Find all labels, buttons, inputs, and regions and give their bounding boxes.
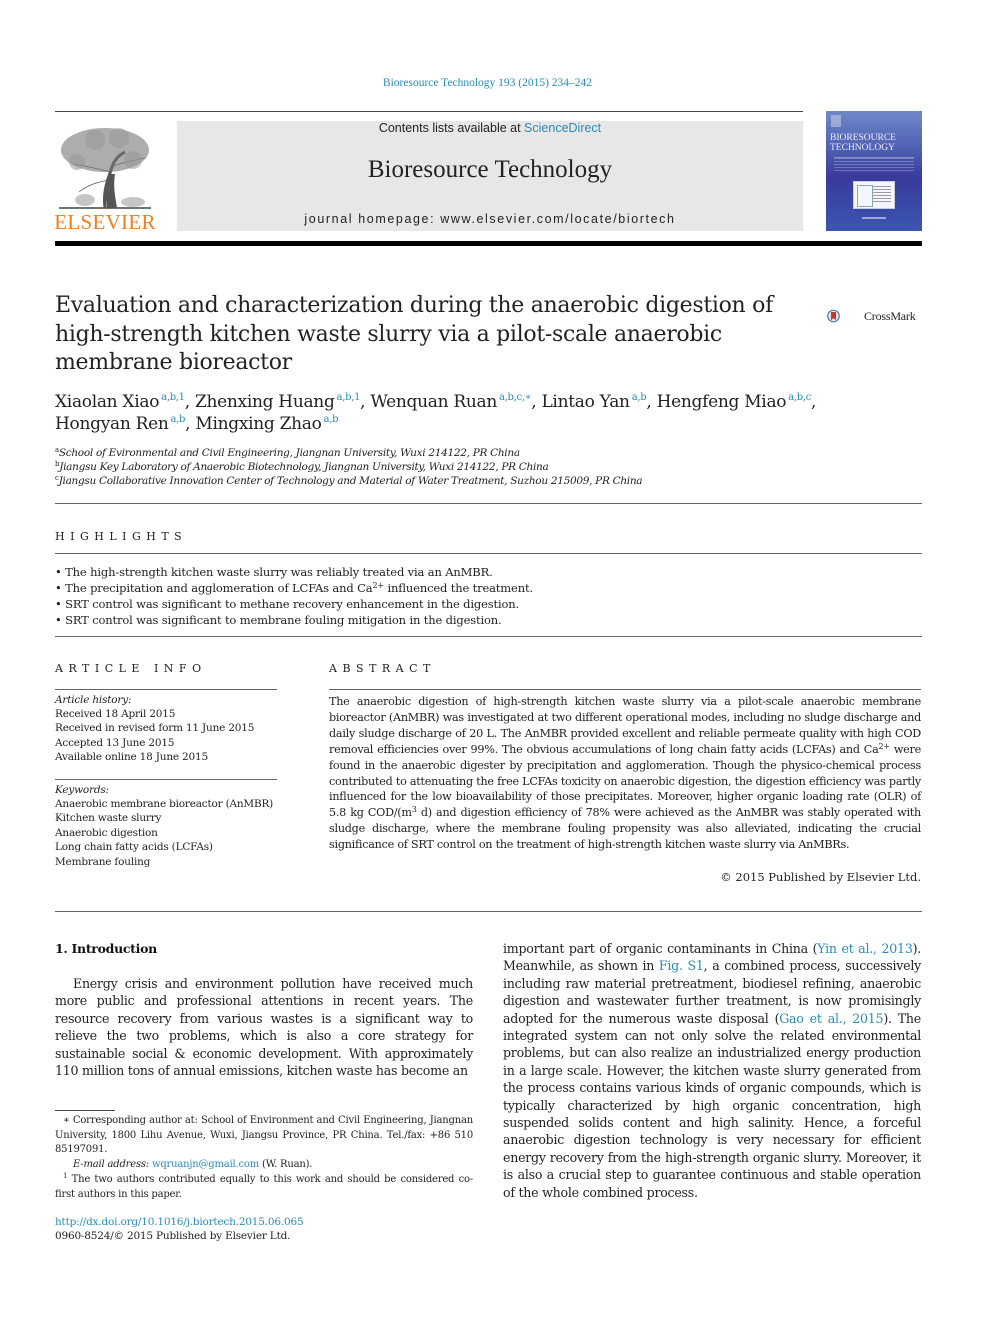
cover-title: BIORESOURCE TECHNOLOGY bbox=[830, 133, 896, 153]
highlight-item: • The precipitation and agglomeration of… bbox=[55, 581, 533, 595]
email-note: E-mail address: wqruanjn@gmail.com (W. R… bbox=[73, 1159, 313, 1170]
cover-elsevier-logo-icon bbox=[831, 115, 841, 127]
figure-link[interactable]: Fig. S1 bbox=[659, 958, 704, 973]
corresponding-author-note: ∗ Corresponding author at: School of Env… bbox=[55, 1115, 473, 1155]
author[interactable]: Wenquan Ruan a,b,c,∗ bbox=[370, 392, 531, 412]
highlight-item: • The high-strength kitchen waste slurry… bbox=[55, 565, 493, 579]
crossmark-label[interactable]: CrossMark bbox=[864, 309, 916, 324]
introduction-right-column: important part of organic contaminants i… bbox=[503, 941, 921, 1200]
article-history-label: Article history: bbox=[55, 694, 132, 706]
abstract-heading: ABSTRACT bbox=[329, 662, 436, 675]
affiliation-b: bJiangsu Key Laboratory of Anaerobic Bio… bbox=[55, 460, 549, 473]
introduction-left-column: Energy crisis and environment pollution … bbox=[55, 976, 473, 1079]
keywords-rule bbox=[55, 779, 277, 780]
author-list: Xiaolan Xiao a,b,1, Zhenxing Huang a,b,1, … bbox=[55, 392, 817, 434]
author[interactable]: Xiaolan Xiao a,b,1 bbox=[55, 392, 185, 412]
journal-citation-link[interactable]: Bioresource Technology 193 (2015) 234–24… bbox=[0, 77, 975, 89]
issn-copyright: 0960-8524/© 2015 Published by Elsevier L… bbox=[55, 1230, 291, 1242]
history-accepted: Accepted 13 June 2015 bbox=[55, 737, 175, 749]
article-info-rule bbox=[55, 689, 277, 690]
highlights-heading: HIGHLIGHTS bbox=[55, 530, 188, 543]
highlight-item: • SRT control was significant to membran… bbox=[55, 613, 502, 627]
keyword: Anaerobic membrane bioreactor (AnMBR) bbox=[55, 798, 274, 810]
abstract-body: The anaerobic digestion of high-strength… bbox=[329, 695, 921, 852]
keywords-label: Keywords: bbox=[55, 784, 109, 796]
cover-footer bbox=[862, 217, 886, 219]
contents-line: Contents lists available at ScienceDirec… bbox=[177, 121, 803, 135]
contents-prefix: Contents lists available at bbox=[378, 121, 525, 135]
abstract-rule bbox=[329, 689, 921, 690]
reference-link[interactable]: Yin et al., 2013 bbox=[817, 941, 913, 956]
author[interactable]: Lintao Yan a,b bbox=[541, 392, 646, 412]
highlights-rule-top bbox=[55, 553, 922, 554]
article-title: Evaluation and characterization during t… bbox=[55, 293, 773, 375]
doi-link[interactable]: http://dx.doi.org/10.1016/j.biortech.201… bbox=[55, 1216, 304, 1228]
history-revised: Received in revised form 11 June 2015 bbox=[55, 722, 255, 734]
affiliation-c: cJiangsu Collaborative Innovation Center… bbox=[55, 474, 643, 487]
journal-homepage[interactable]: journal homepage: www.elsevier.com/locat… bbox=[177, 212, 803, 226]
author[interactable]: Zhenxing Huang a,b,1 bbox=[195, 392, 360, 412]
header-rule bbox=[55, 111, 803, 112]
highlight-item: • SRT control was significant to methane… bbox=[55, 597, 520, 611]
equal-contribution-note: 1 The two authors contributed equally to… bbox=[55, 1172, 473, 1200]
article-info-heading: ARTICLE INFO bbox=[55, 662, 207, 675]
history-received: Received 18 April 2015 bbox=[55, 708, 176, 720]
abstract-bottom-rule bbox=[55, 911, 922, 912]
highlights-rule-bottom bbox=[55, 636, 922, 637]
crossmark-icon[interactable] bbox=[827, 298, 863, 334]
cover-figure bbox=[853, 181, 895, 209]
author[interactable]: Mingxing Zhao a,b bbox=[195, 414, 338, 434]
keyword: Kitchen waste slurry bbox=[55, 812, 162, 824]
sciencedirect-link[interactable]: ScienceDirect bbox=[524, 121, 601, 135]
journal-cover-image: BIORESOURCE TECHNOLOGY bbox=[826, 111, 922, 231]
abstract-copyright: © 2015 Published by Elsevier Ltd. bbox=[720, 870, 921, 884]
affiliation-a: aSchool of Evironmental and Civil Engine… bbox=[55, 446, 520, 459]
footnote-rule bbox=[55, 1110, 115, 1111]
journal-name: Bioresource Technology bbox=[367, 156, 613, 183]
header-thick-rule bbox=[55, 241, 922, 246]
email-link[interactable]: wqruanjn@gmail.com bbox=[152, 1159, 259, 1170]
author[interactable]: Hongyan Ren a,b bbox=[55, 414, 185, 434]
history-online: Available online 18 June 2015 bbox=[55, 751, 208, 763]
keyword: Long chain fatty acids (LCFAs) bbox=[55, 841, 213, 853]
introduction-heading: 1. Introduction bbox=[55, 941, 157, 956]
keyword: Anaerobic digestion bbox=[55, 827, 158, 839]
affiliations-rule bbox=[55, 503, 922, 504]
reference-link[interactable]: Gao et al., 2015 bbox=[779, 1011, 883, 1026]
elsevier-wordmark: ELSEVIER bbox=[54, 210, 156, 234]
cover-text-lines bbox=[834, 157, 914, 173]
author[interactable]: Hengfeng Miao a,b,c bbox=[657, 392, 812, 412]
keyword: Membrane fouling bbox=[55, 856, 151, 868]
